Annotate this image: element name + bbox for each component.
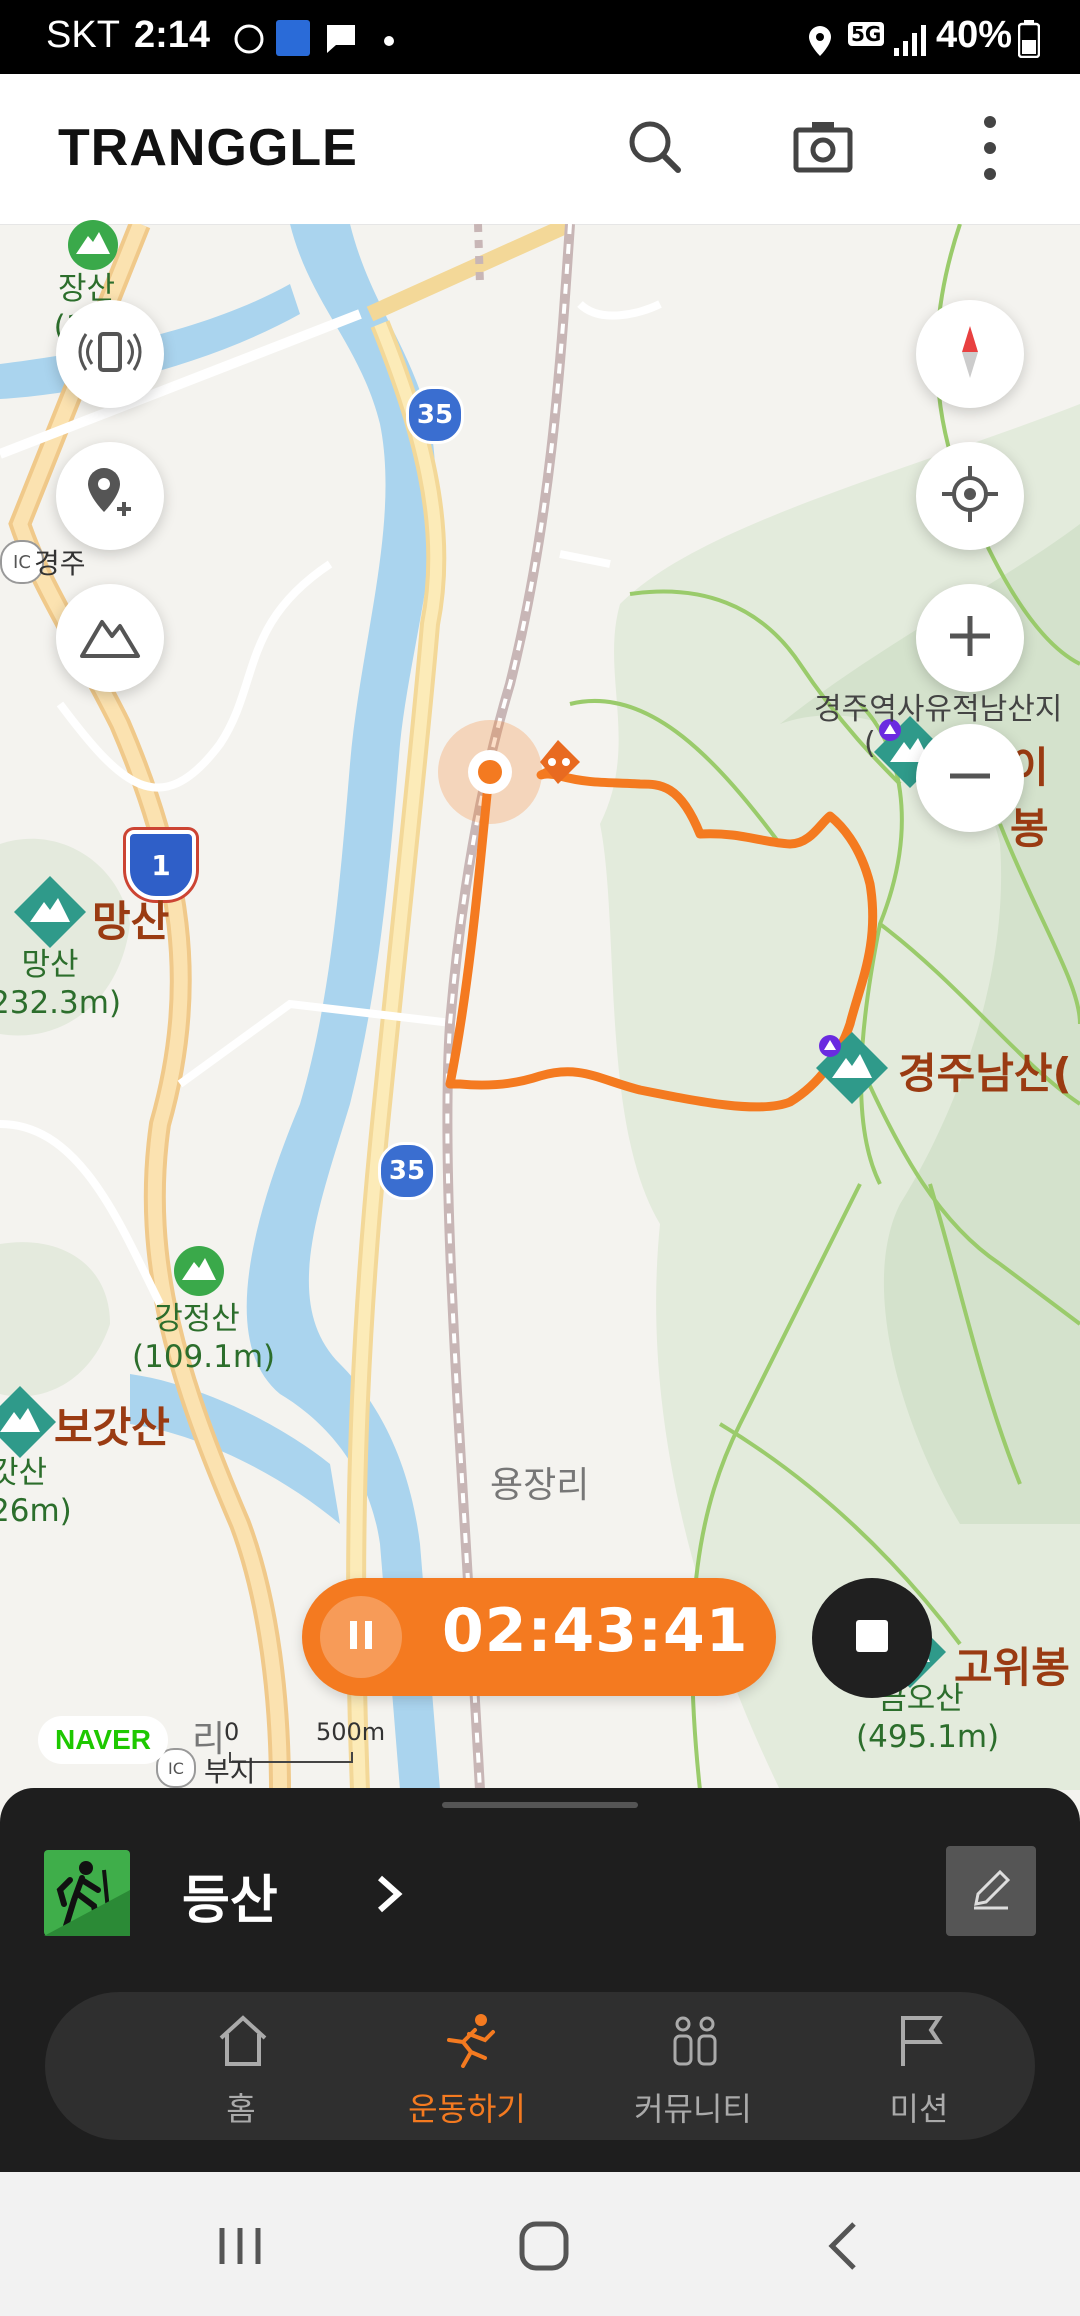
camera-icon[interactable] bbox=[788, 112, 858, 182]
tab-label: 홈 bbox=[226, 2090, 256, 2128]
pencil-icon bbox=[966, 1864, 1016, 1918]
tab-label: 미션 bbox=[889, 2090, 949, 2128]
carrier-label: SKT bbox=[46, 14, 120, 56]
compass-icon bbox=[938, 320, 1002, 388]
elapsed-time: 02:43:41 bbox=[442, 1596, 749, 1666]
peak-marker-icon[interactable] bbox=[66, 218, 120, 276]
sheet-drag-handle[interactable] bbox=[442, 1802, 638, 1808]
recent-apps-icon[interactable] bbox=[210, 2216, 270, 2280]
mountain-diamond-icon[interactable] bbox=[0, 1384, 58, 1464]
tab-label: 커뮤니티 bbox=[634, 2090, 752, 2128]
tab-label: 운동하기 bbox=[408, 2090, 526, 2128]
mountain-layer-button[interactable] bbox=[56, 584, 164, 692]
certified-badge-icon bbox=[818, 1034, 842, 1062]
tab-home[interactable]: 홈 bbox=[131, 1992, 351, 2140]
minus-icon bbox=[938, 744, 1002, 812]
pause-button[interactable] bbox=[320, 1596, 402, 1678]
back-icon[interactable] bbox=[816, 2216, 876, 2280]
search-icon[interactable] bbox=[620, 112, 690, 182]
bottom-tab-bar: 홈 운동하기 커뮤니티 미션 bbox=[45, 1992, 1035, 2140]
compass-button[interactable] bbox=[916, 300, 1024, 408]
zoom-out-button[interactable] bbox=[916, 724, 1024, 832]
route-35-shield: 35 bbox=[378, 1142, 436, 1200]
map-canvas bbox=[0, 224, 1080, 1790]
stop-icon bbox=[852, 1616, 892, 1660]
bogatsan-label: 보갓산 bbox=[54, 1403, 170, 1452]
more-vert-icon[interactable] bbox=[960, 110, 1020, 186]
stop-button[interactable] bbox=[812, 1578, 932, 1698]
mountain-icon bbox=[78, 604, 142, 672]
pause-icon bbox=[341, 1615, 381, 1659]
add-waypoint-button[interactable] bbox=[56, 442, 164, 550]
tab-mission[interactable]: 미션 bbox=[809, 1992, 1029, 2140]
pin-add-icon bbox=[78, 462, 142, 530]
historic-site-paren: ( bbox=[864, 726, 876, 761]
signal-broadcast-icon bbox=[78, 320, 142, 388]
signal-icon bbox=[892, 22, 928, 62]
message-icon bbox=[324, 22, 358, 60]
gyeongju-ic-label: 경주 bbox=[34, 547, 86, 580]
more-notifications-dot bbox=[384, 36, 394, 46]
yongjangri-label: 용장리 bbox=[490, 1465, 590, 1506]
activity-type-label[interactable]: 등산 bbox=[182, 1858, 278, 1933]
chevron-right-icon[interactable] bbox=[374, 1872, 404, 1920]
system-navigation-bar bbox=[0, 2172, 1080, 2316]
location-icon bbox=[806, 24, 834, 62]
bottom-sheet: 등산 홈 운동하기 커뮤니티 미션 bbox=[0, 1788, 1080, 2174]
status-bar: SKT 2:14 5G 40% bbox=[0, 0, 1080, 74]
battery-percent: 40% bbox=[936, 14, 1013, 56]
steps-notification-icon bbox=[232, 22, 266, 60]
app-logo: TRANGGLE bbox=[58, 119, 358, 177]
share-location-button[interactable] bbox=[56, 300, 164, 408]
app-header: TRANGGLE bbox=[0, 74, 1080, 225]
home-icon bbox=[219, 2015, 267, 2066]
news-app-icon bbox=[276, 20, 310, 56]
clock: 2:14 bbox=[134, 14, 211, 56]
peak-label: 갓산26m) bbox=[0, 1455, 72, 1529]
naver-map-logo[interactable]: NAVER bbox=[38, 1716, 168, 1764]
mountain-diamond-icon[interactable] bbox=[12, 874, 88, 954]
map-view[interactable]: 35 35 1 장산(1 망산 망산232.3m) 강정산(109.1m) 보갓… bbox=[0, 220, 1080, 1790]
home-nav-icon[interactable] bbox=[514, 2216, 574, 2280]
gyeongju-namsan-label: 경주남산( bbox=[898, 1049, 1072, 1098]
peak-label: 망산 232.3m) bbox=[0, 947, 122, 1021]
crosshair-icon bbox=[938, 462, 1002, 530]
plus-icon bbox=[938, 604, 1002, 672]
flag-icon bbox=[901, 2016, 943, 2066]
mangsan-label: 망산 bbox=[92, 897, 170, 946]
peak-label: 강정산 (109.1m) bbox=[132, 1301, 276, 1375]
scale-distance: 500m bbox=[316, 1718, 386, 1746]
hiking-icon bbox=[44, 1850, 130, 1936]
route-35-shield: 35 bbox=[406, 386, 464, 444]
historic-site-label: 경주역사유적남산지 bbox=[814, 692, 1063, 727]
network-type-badge: 5G bbox=[848, 22, 885, 46]
peak-marker-icon[interactable] bbox=[172, 1244, 226, 1302]
workout-timer: 02:43:41 bbox=[302, 1578, 776, 1696]
edit-button[interactable] bbox=[946, 1846, 1036, 1936]
ri-label: 리 bbox=[192, 1719, 226, 1760]
battery-icon bbox=[1017, 20, 1041, 62]
zoom-in-button[interactable] bbox=[916, 584, 1024, 692]
community-icon bbox=[673, 2016, 717, 2066]
scale-zero: 0 bbox=[224, 1718, 240, 1746]
tab-workout[interactable]: 운동하기 bbox=[357, 1992, 577, 2140]
my-location-button[interactable] bbox=[916, 442, 1024, 550]
tab-community[interactable]: 커뮤니티 bbox=[583, 1992, 803, 2140]
running-icon bbox=[447, 2014, 495, 2068]
